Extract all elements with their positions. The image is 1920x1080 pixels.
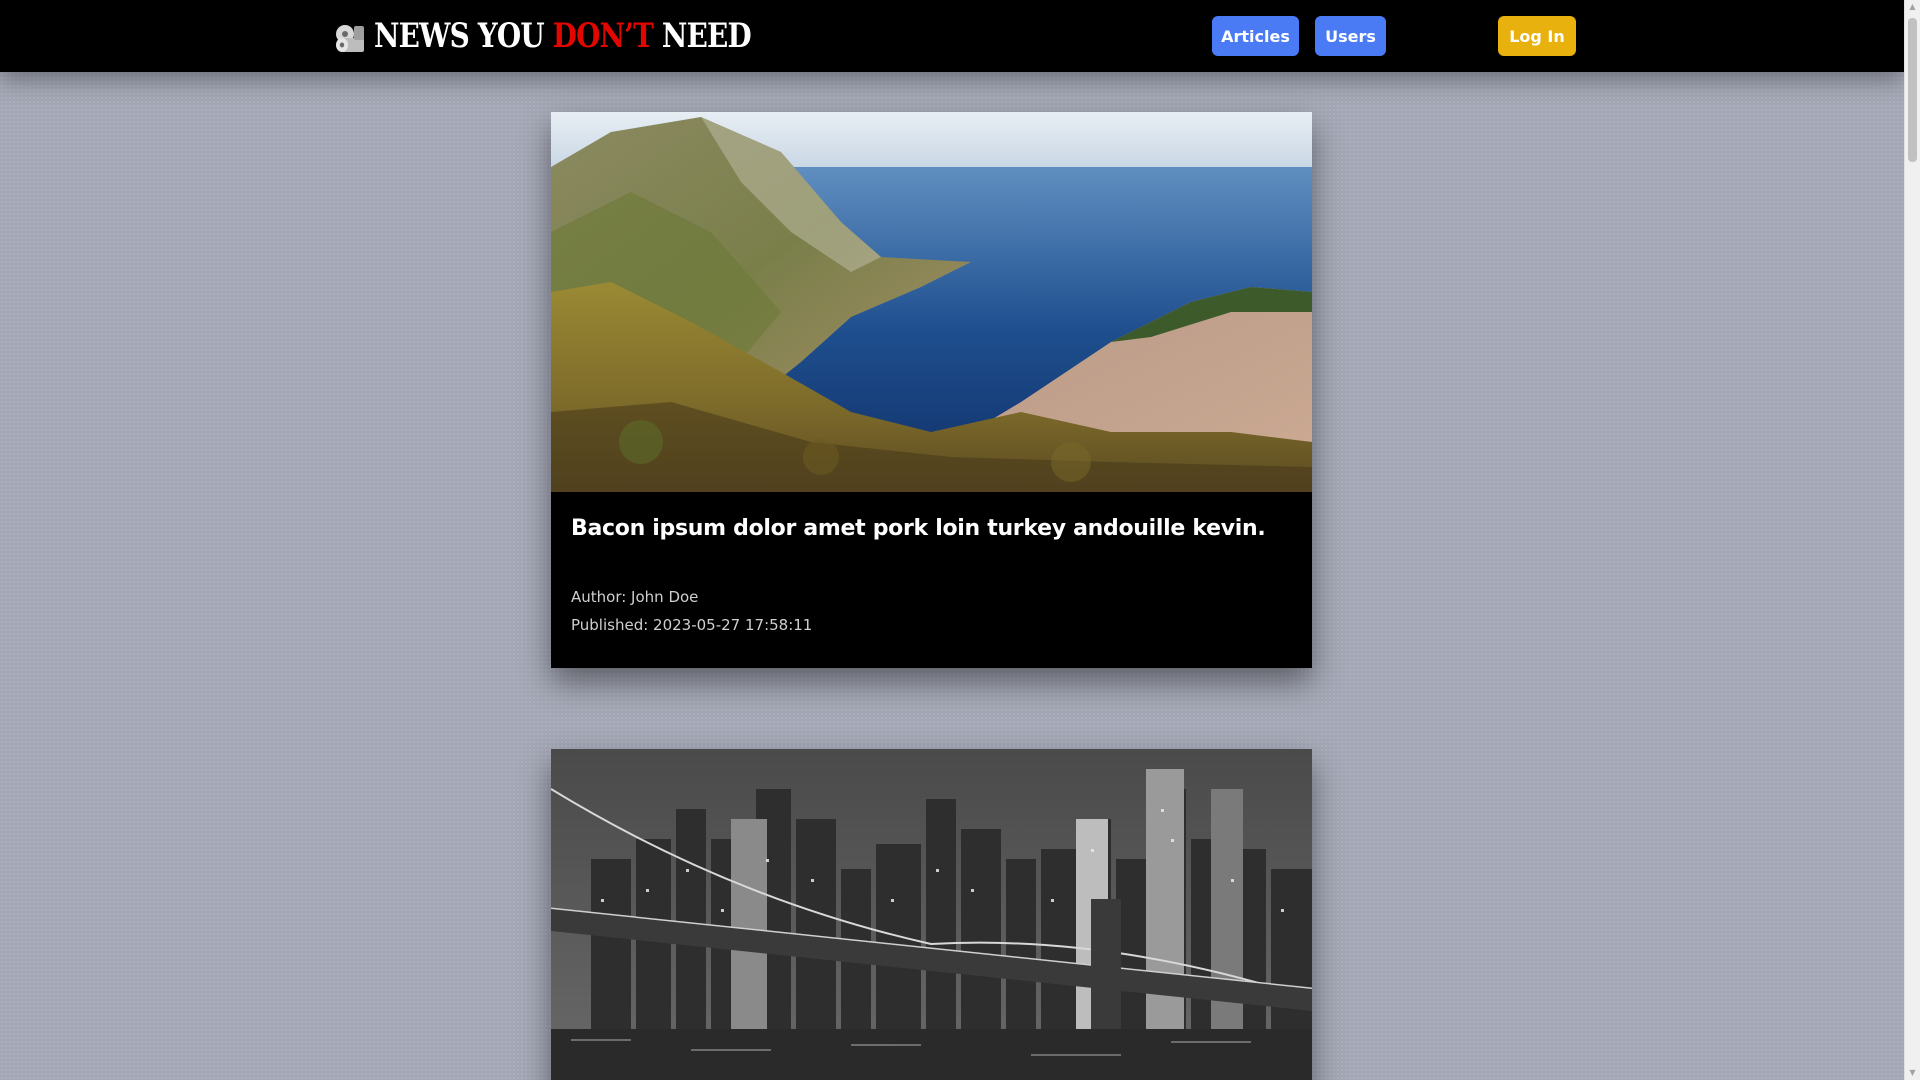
toilet-paper-icon — [336, 25, 364, 52]
articles-button[interactable]: Articles — [1212, 16, 1299, 56]
top-navbar: NEWS YOU DON’T NEED Articles Users Log I… — [0, 0, 1904, 72]
brand-title-part1: NEWS YOU — [374, 16, 553, 56]
article-title[interactable]: Bacon ipsum dolor amet pork loin turkey … — [571, 492, 1292, 544]
article-published-date: Published: 2023-05-27 17:58:11 — [571, 616, 813, 634]
article-image-city-bridge[interactable] — [551, 749, 1312, 1080]
brand-title-part2: DON’T — [552, 16, 654, 56]
article-author: Author: John Doe — [571, 588, 699, 606]
article-card[interactable]: Bacon ipsum dolor amet pork loin turkey … — [551, 112, 1312, 668]
scroll-down-arrow-icon[interactable]: ▼ — [1905, 1066, 1920, 1080]
scrollbar-thumb[interactable] — [1908, 18, 1917, 162]
article-card[interactable] — [551, 749, 1312, 1080]
login-button[interactable]: Log In — [1498, 16, 1576, 56]
article-image-coastline[interactable] — [551, 112, 1312, 492]
users-button[interactable]: Users — [1315, 16, 1386, 56]
page-scrollbar[interactable]: ▲ ▼ — [1904, 0, 1920, 1080]
scroll-up-arrow-icon[interactable]: ▲ — [1905, 0, 1920, 14]
brand-logo[interactable]: NEWS YOU DON’T NEED — [330, 14, 834, 58]
brand-title-part3: NEED — [653, 16, 752, 56]
brand-title: NEWS YOU DON’T NEED — [374, 14, 752, 58]
